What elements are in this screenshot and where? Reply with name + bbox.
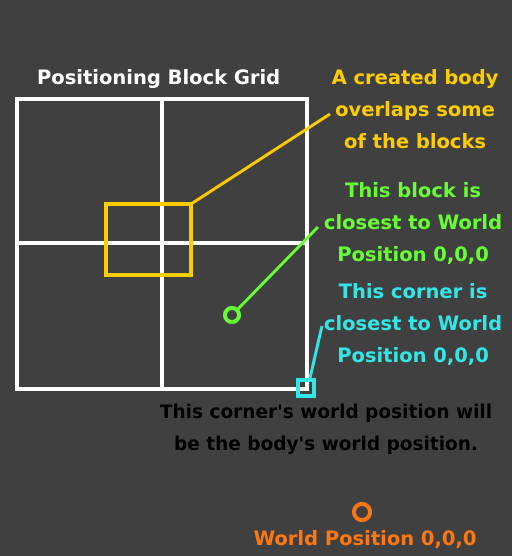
- block-label-line: closest to World: [323, 211, 503, 234]
- body-label-line: A created body: [331, 66, 499, 89]
- block-marker-circle: [223, 306, 241, 324]
- block-label-line: This block is: [345, 179, 481, 202]
- body-label-line: of the blocks: [343, 130, 487, 153]
- world-origin-circle: [352, 502, 372, 522]
- block-label-line: Position 0,0,0: [337, 243, 489, 266]
- corner-label: This corner is closest to World Position…: [318, 276, 508, 372]
- note-label-line: This corner's world position will: [159, 402, 493, 423]
- note-label: This corner's world position will be the…: [144, 397, 508, 461]
- corner-label-line: closest to World: [323, 312, 503, 335]
- grid-title: Positioning Block Grid: [37, 66, 281, 89]
- block-label: This block is closest to World Position …: [318, 175, 508, 271]
- body-label: A created body overlaps some of the bloc…: [325, 62, 505, 158]
- body-label-line: overlaps some: [335, 98, 495, 121]
- created-body-rect: [104, 202, 193, 277]
- note-label-line: be the body's world position.: [174, 434, 478, 455]
- body-pointer-line: [190, 112, 331, 206]
- corner-label-line: This corner is: [338, 280, 488, 303]
- origin-label: World Position 0,0,0: [253, 527, 477, 550]
- corner-label-line: Position 0,0,0: [337, 344, 489, 367]
